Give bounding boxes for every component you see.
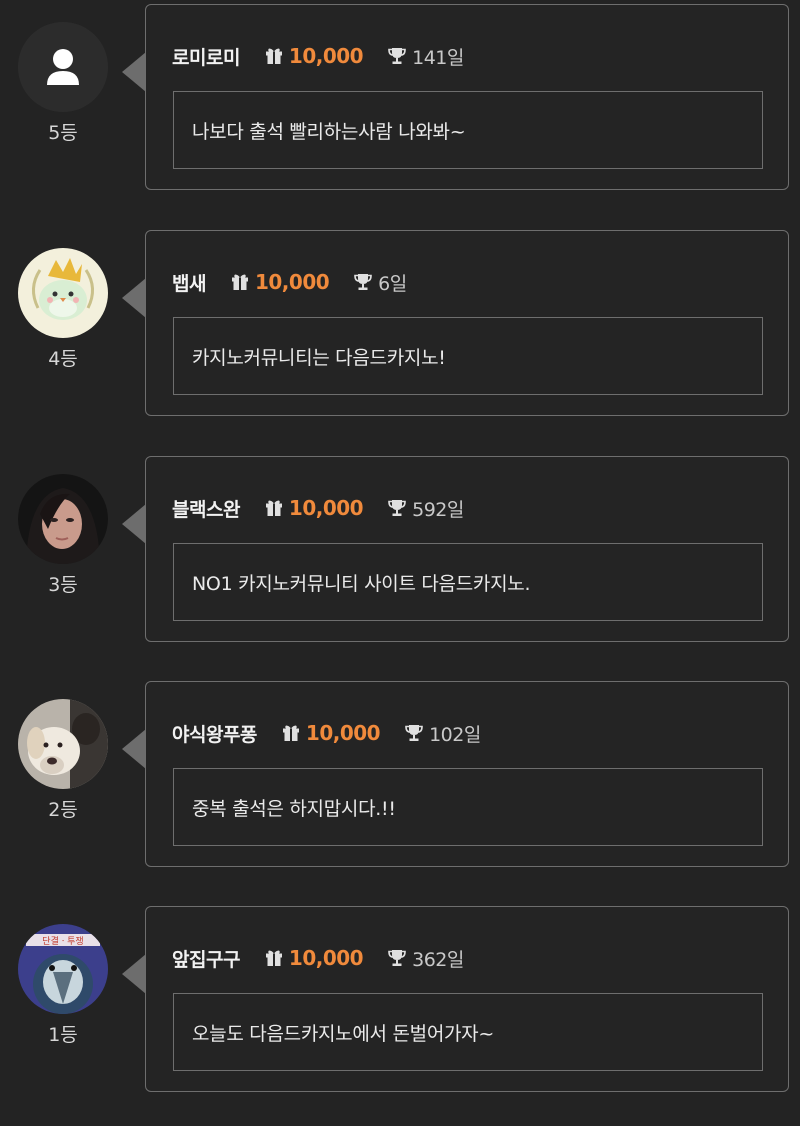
gift-icon: [231, 274, 248, 290]
gift-icon: [265, 48, 282, 64]
days-value: 362일: [412, 948, 464, 971]
points-value: 10,000: [305, 721, 381, 745]
speech-pointer: [122, 504, 146, 544]
comment-card: 로미로미 10,000 141일 나보다 출석 빨리하는사람 나와봐~: [145, 4, 789, 190]
days-group: 102일: [404, 720, 481, 747]
avatar[interactable]: [18, 248, 108, 338]
points-value: 10,000: [288, 496, 364, 520]
points-group: 10,000: [264, 946, 364, 970]
rank-label: 1등: [48, 1024, 78, 1046]
comment-card: 블랙스완 10,000 592일 NO1 카지노커뮤니티 사이트 다음드카지노.: [145, 456, 789, 642]
points-value: 10,000: [288, 44, 364, 68]
points-group: 10,000: [264, 44, 364, 68]
days-value: 6일: [378, 272, 407, 295]
speech-pointer: [122, 729, 146, 769]
avatar[interactable]: 단결ㆍ투쟁: [18, 924, 108, 1014]
nickname[interactable]: 야식왕푸퐁: [172, 720, 257, 747]
points-group: 10,000: [230, 270, 330, 294]
attendance-entry: 4등 뱁새 10,000 6일 카지노커뮤니티는 다음드카지노!: [0, 230, 800, 450]
dog-avatar: [18, 699, 108, 789]
rank-label: 3등: [48, 574, 78, 596]
user-silhouette-icon: [18, 22, 108, 112]
days-group: 6일: [353, 269, 407, 296]
attendance-entry: 5등 로미로미 10,000 141일 나보다 출석 빨리하는사람 나와봐~: [0, 4, 800, 224]
trophy-icon: [405, 725, 423, 741]
trophy-icon: [388, 48, 406, 64]
comment-card: 야식왕푸퐁 10,000 102일 중복 출석은 하지맙시다.!!: [145, 681, 789, 867]
days-group: 592일: [387, 495, 464, 522]
svg-text:단결ㆍ투쟁: 단결ㆍ투쟁: [42, 936, 83, 947]
entry-meta: 앞집구구 10,000 362일: [172, 943, 464, 973]
speech-pointer: [122, 954, 146, 994]
nickname[interactable]: 앞집구구: [172, 945, 240, 972]
points-value: 10,000: [254, 270, 330, 294]
portrait-avatar: [18, 474, 108, 564]
comment-card: 앞집구구 10,000 362일 오늘도 다음드카지노에서 돈벌어가자~: [145, 906, 789, 1092]
speech-pointer: [122, 278, 146, 318]
comment-message: 나보다 출석 빨리하는사람 나와봐~: [173, 91, 763, 169]
entry-meta: 뱁새 10,000 6일: [172, 267, 407, 297]
comment-card: 뱁새 10,000 6일 카지노커뮤니티는 다음드카지노!: [145, 230, 789, 416]
comment-message: NO1 카지노커뮤니티 사이트 다음드카지노.: [173, 543, 763, 621]
gift-icon: [265, 950, 282, 966]
days-value: 141일: [412, 46, 464, 69]
days-value: 592일: [412, 498, 464, 521]
points-value: 10,000: [288, 946, 364, 970]
nickname[interactable]: 뱁새: [172, 269, 206, 296]
days-group: 362일: [387, 945, 464, 972]
trophy-icon: [388, 950, 406, 966]
nickname[interactable]: 블랙스완: [172, 495, 240, 522]
bird-avatar: [18, 248, 108, 338]
days-group: 141일: [387, 43, 464, 70]
comment-message: 오늘도 다음드카지노에서 돈벌어가자~: [173, 993, 763, 1071]
avatar[interactable]: [18, 474, 108, 564]
attendance-list: 5등 로미로미 10,000 141일 나보다 출석 빨리하는사람 나와봐~ 4…: [0, 0, 800, 1106]
rank-label: 4등: [48, 348, 78, 370]
comment-message: 카지노커뮤니티는 다음드카지노!: [173, 317, 763, 395]
entry-meta: 로미로미 10,000 141일: [172, 41, 464, 71]
attendance-entry: 3등 블랙스완 10,000 592일 NO1 카지노커뮤니티 사이트 다음드카…: [0, 456, 800, 676]
entry-meta: 야식왕푸퐁 10,000 102일: [172, 718, 481, 748]
rank-label: 2등: [48, 799, 78, 821]
points-group: 10,000: [281, 721, 381, 745]
attendance-entry: 2등 야식왕푸퐁 10,000 102일 중복 출석은 하지맙시다.!!: [0, 681, 800, 901]
gift-icon: [282, 725, 299, 741]
rank-label: 5등: [48, 122, 78, 144]
days-value: 102일: [429, 723, 481, 746]
comment-message: 중복 출석은 하지맙시다.!!: [173, 768, 763, 846]
gift-icon: [265, 500, 282, 516]
avatar[interactable]: [18, 22, 108, 112]
entry-meta: 블랙스완 10,000 592일: [172, 493, 464, 523]
avatar[interactable]: [18, 699, 108, 789]
trophy-icon: [354, 274, 372, 290]
trophy-icon: [388, 500, 406, 516]
attendance-entry: 단결ㆍ투쟁 1등 앞집구구 10,000 362일 오늘도 다음드카지노에서 돈…: [0, 906, 800, 1126]
character-avatar: 단결ㆍ투쟁: [18, 924, 108, 1014]
speech-pointer: [122, 52, 146, 92]
points-group: 10,000: [264, 496, 364, 520]
nickname[interactable]: 로미로미: [172, 43, 240, 70]
